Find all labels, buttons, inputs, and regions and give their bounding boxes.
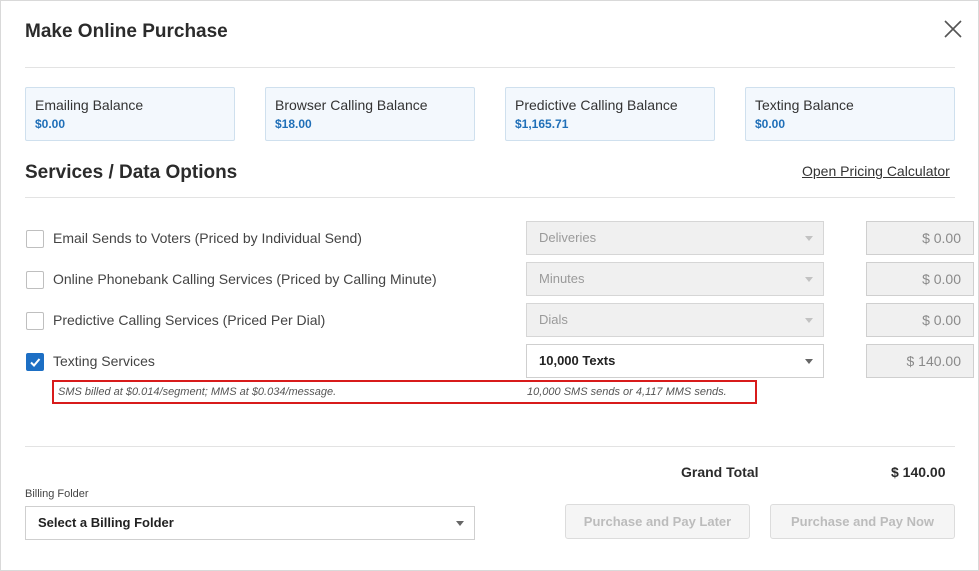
section-title: Services / Data Options xyxy=(25,162,238,183)
predictive-calling-label: Predictive Calling Services (Priced Per … xyxy=(53,312,326,328)
purchase-pay-later-button[interactable]: Purchase and Pay Later xyxy=(565,504,750,539)
chevron-down-icon xyxy=(805,318,813,323)
purchase-modal: Make Online Purchase Emailing Balance $0… xyxy=(0,0,979,571)
balance-value: $0.00 xyxy=(755,117,786,131)
balance-value: $0.00 xyxy=(35,117,66,131)
billing-folder-select[interactable]: Select a Billing Folder xyxy=(25,506,475,540)
select-value: Deliveries xyxy=(539,230,597,245)
select-value: Select a Billing Folder xyxy=(38,515,174,530)
header-divider xyxy=(25,67,955,68)
open-pricing-calculator-link[interactable]: Open Pricing Calculator xyxy=(802,163,950,179)
chevron-down-icon xyxy=(805,236,813,241)
totals-divider xyxy=(25,446,955,447)
select-value: 10,000 Texts xyxy=(539,353,616,368)
email-sends-checkbox[interactable] xyxy=(26,230,44,248)
texting-quantity-select[interactable]: 10,000 Texts xyxy=(526,344,824,378)
balance-label: Texting Balance xyxy=(755,97,854,113)
purchase-pay-now-button[interactable]: Purchase and Pay Now xyxy=(770,504,955,539)
balance-value: $1,165.71 xyxy=(515,117,569,131)
balance-label: Browser Calling Balance xyxy=(275,97,428,113)
texting-estimate-note: 10,000 SMS sends or 4,117 MMS sends. xyxy=(527,386,727,398)
email-price-field: $ 0.00 xyxy=(866,221,974,255)
texting-rate-note: SMS billed at $0.014/segment; MMS at $0.… xyxy=(58,386,337,398)
browser-calling-balance-card: Browser Calling Balance $18.00 xyxy=(265,87,475,141)
texting-services-label: Texting Services xyxy=(53,353,155,369)
balance-value: $18.00 xyxy=(275,117,312,131)
texting-note-highlight: SMS billed at $0.014/segment; MMS at $0.… xyxy=(52,380,757,404)
chevron-down-icon xyxy=(805,359,813,364)
predictive-calling-checkbox[interactable] xyxy=(26,312,44,330)
modal-title: Make Online Purchase xyxy=(25,21,228,42)
texting-price-field: $ 140.00 xyxy=(866,344,974,378)
texting-balance-card: Texting Balance $0.00 xyxy=(745,87,955,141)
phonebank-minutes-select[interactable]: Minutes xyxy=(526,262,824,296)
chevron-down-icon xyxy=(805,277,813,282)
predictive-price-field: $ 0.00 xyxy=(866,303,974,337)
select-value: Minutes xyxy=(539,271,585,286)
balance-label: Predictive Calling Balance xyxy=(515,97,678,113)
billing-folder-label: Billing Folder xyxy=(25,488,89,500)
grand-total-value: $ 140.00 xyxy=(891,464,946,480)
online-phonebank-checkbox[interactable] xyxy=(26,271,44,289)
predictive-dials-select[interactable]: Dials xyxy=(526,303,824,337)
section-divider xyxy=(25,197,955,198)
predictive-calling-balance-card: Predictive Calling Balance $1,165.71 xyxy=(505,87,715,141)
texting-services-checkbox[interactable] xyxy=(26,353,44,371)
close-icon[interactable] xyxy=(942,18,964,40)
select-value: Dials xyxy=(539,312,568,327)
grand-total-label: Grand Total xyxy=(681,464,759,480)
chevron-down-icon xyxy=(456,521,464,526)
balance-label: Emailing Balance xyxy=(35,97,144,113)
emailing-balance-card: Emailing Balance $0.00 xyxy=(25,87,235,141)
email-sends-label: Email Sends to Voters (Priced by Individ… xyxy=(53,230,362,246)
phonebank-price-field: $ 0.00 xyxy=(866,262,974,296)
email-deliveries-select[interactable]: Deliveries xyxy=(526,221,824,255)
online-phonebank-label: Online Phonebank Calling Services (Price… xyxy=(53,271,437,287)
checkmark-icon xyxy=(30,358,41,367)
